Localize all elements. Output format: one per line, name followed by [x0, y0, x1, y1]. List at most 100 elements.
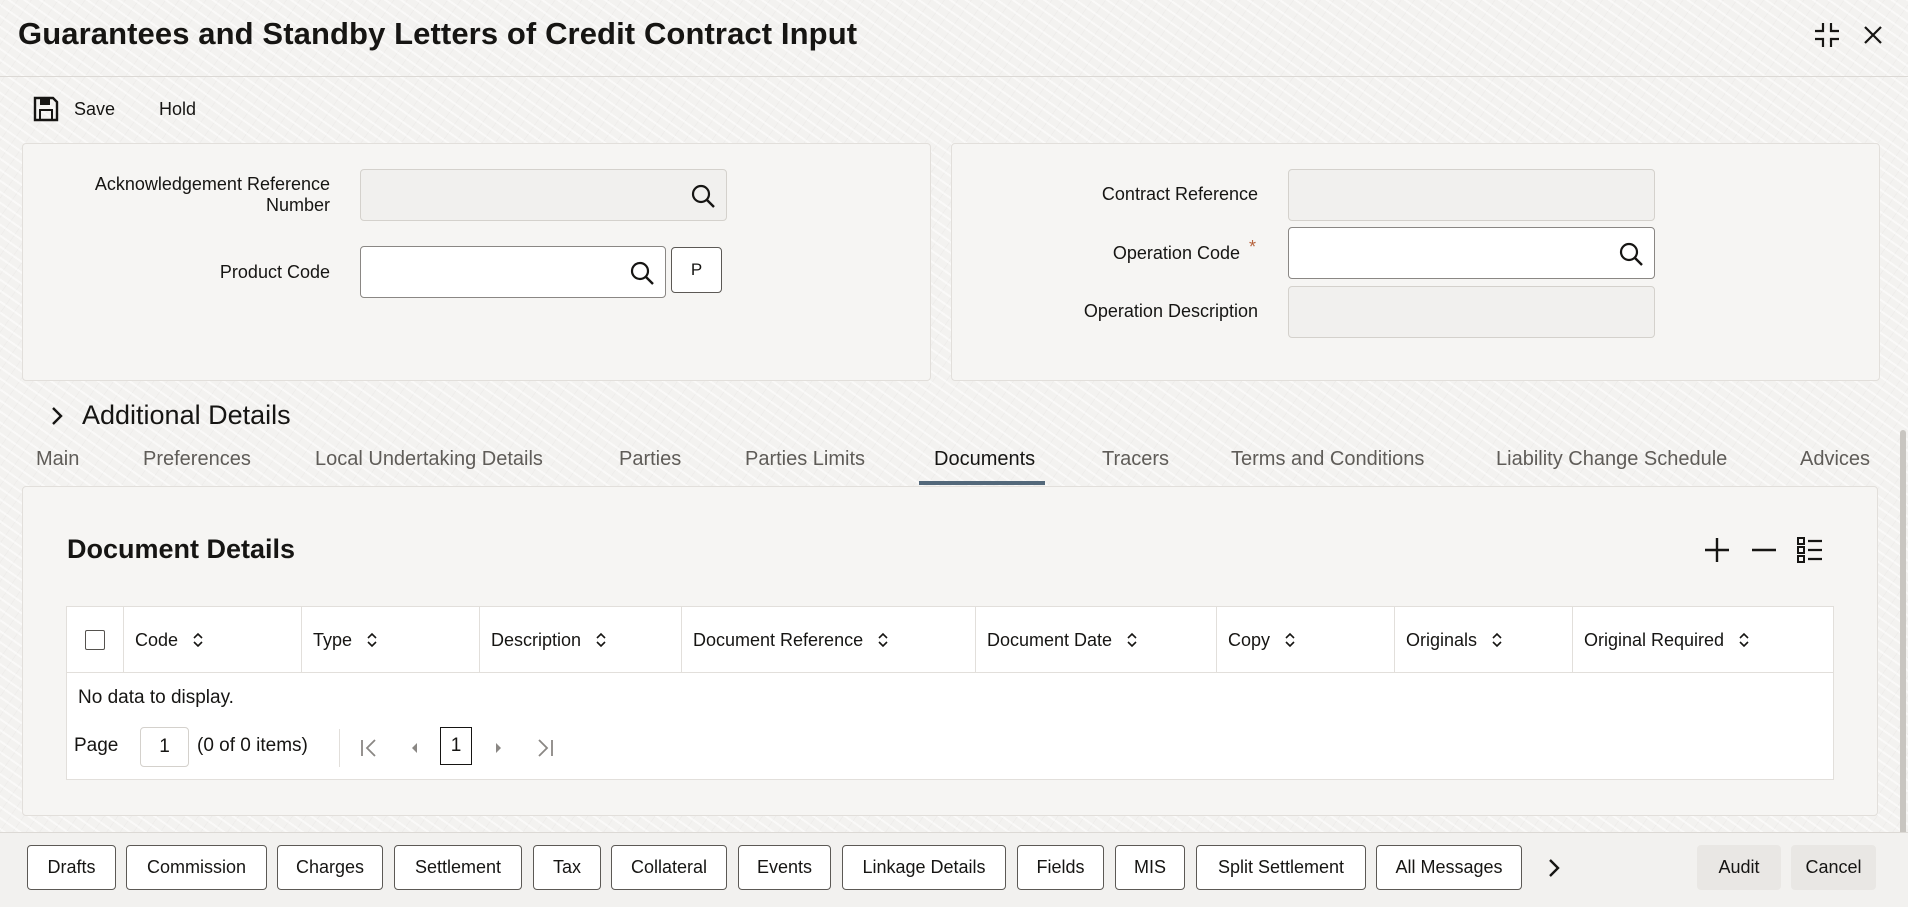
sort-icon — [1127, 632, 1137, 648]
close-icon — [1864, 26, 1882, 44]
vertical-scrollbar[interactable] — [1900, 430, 1906, 840]
contract-ref-input — [1289, 170, 1654, 220]
column-label: Copy — [1228, 629, 1271, 650]
sort-icon — [1285, 632, 1295, 648]
empty-table-message: No data to display. — [78, 687, 234, 708]
collateral-button[interactable]: Collateral — [611, 845, 727, 890]
operation-desc-label: Operation Description — [1083, 301, 1258, 321]
last-page-icon[interactable] — [535, 738, 555, 758]
save-icon — [33, 96, 59, 122]
column-header-description[interactable]: Description — [480, 607, 682, 673]
linkage-details-button[interactable]: Linkage Details — [842, 845, 1006, 890]
column-header-original-required[interactable]: Original Required — [1573, 607, 1835, 673]
commission-button[interactable]: Commission — [126, 845, 267, 890]
column-header-document-reference[interactable]: Document Reference — [682, 607, 976, 673]
sort-icon — [878, 632, 888, 648]
tab-parties-limits[interactable]: Parties Limits — [745, 448, 865, 471]
fields-button[interactable]: Fields — [1017, 845, 1104, 890]
page-label: Page — [74, 735, 119, 756]
save-button[interactable]: Save — [32, 94, 115, 124]
sort-icon — [1739, 632, 1749, 648]
product-code-input[interactable] — [361, 247, 665, 297]
product-code-label: Product Code — [219, 262, 330, 282]
required-marker: * — [1249, 237, 1257, 257]
active-tab-indicator — [919, 481, 1045, 485]
first-page-icon[interactable] — [359, 738, 379, 758]
hold-button[interactable]: Hold — [159, 94, 196, 124]
settlement-button[interactable]: Settlement — [394, 845, 522, 890]
column-label: Originals — [1406, 629, 1478, 650]
documents-table: Code Type Description Document Reference… — [66, 606, 1834, 780]
ack-ref-label: Acknowledgement Reference Number — [94, 174, 330, 215]
add-row-icon[interactable] — [1700, 533, 1734, 567]
column-header-type[interactable]: Type — [302, 607, 480, 673]
select-all-cell — [67, 607, 124, 673]
audit-button[interactable]: Audit — [1697, 845, 1781, 890]
additional-details-toggle[interactable]: Additional Details — [50, 400, 291, 431]
table-pager: Page 1 (0 of 0 items) 1 — [67, 727, 1833, 769]
document-details-title: Document Details — [67, 534, 296, 564]
ack-ref-field[interactable] — [360, 169, 727, 221]
table-header: Code Type Description Document Reference… — [67, 607, 1833, 673]
operation-desc-input — [1289, 287, 1654, 337]
operation-code-field[interactable] — [1288, 227, 1655, 279]
column-header-code[interactable]: Code — [124, 607, 302, 673]
cancel-button[interactable]: Cancel — [1791, 845, 1876, 890]
chevron-right-icon — [52, 406, 63, 425]
operation-code-input[interactable] — [1289, 228, 1654, 278]
sort-icon — [367, 632, 377, 648]
split-settlement-button[interactable]: Split Settlement — [1196, 845, 1366, 890]
collapse-icon — [1815, 23, 1839, 47]
delete-row-icon[interactable] — [1747, 533, 1781, 567]
sort-icon — [596, 632, 606, 648]
column-label: Document Reference — [693, 629, 864, 650]
pager-separator — [339, 729, 340, 767]
column-label: Type — [313, 629, 353, 650]
next-page-icon[interactable] — [492, 738, 506, 758]
close-window-button[interactable] — [1856, 18, 1890, 52]
product-p-button[interactable]: P — [671, 247, 722, 293]
tab-documents[interactable]: Documents — [934, 448, 1035, 471]
events-button[interactable]: Events — [738, 845, 831, 890]
tab-liability-change-schedule[interactable]: Liability Change Schedule — [1496, 448, 1727, 471]
more-buttons-chevron-icon[interactable] — [1546, 857, 1562, 879]
items-count: (0 of 0 items) — [197, 735, 308, 756]
search-icon[interactable] — [690, 183, 716, 209]
tab-tracers[interactable]: Tracers — [1102, 448, 1169, 471]
operation-code-label: Operation Code — [1112, 243, 1240, 263]
column-header-document-date[interactable]: Document Date — [976, 607, 1217, 673]
hold-label: Hold — [159, 98, 197, 119]
column-header-copy[interactable]: Copy — [1217, 607, 1395, 673]
column-header-originals[interactable]: Originals — [1395, 607, 1573, 673]
tab-bar: Main Preferences Local Undertaking Detai… — [0, 440, 1908, 486]
tab-advices[interactable]: Advices — [1800, 448, 1870, 471]
single-record-view-icon[interactable] — [1793, 533, 1827, 567]
column-label: Code — [135, 629, 179, 650]
title-divider — [0, 76, 1908, 77]
drafts-button[interactable]: Drafts — [27, 845, 116, 890]
column-label: Document Date — [987, 629, 1113, 650]
minimize-window-button[interactable] — [1810, 18, 1844, 52]
tab-main[interactable]: Main — [36, 448, 79, 471]
charges-button[interactable]: Charges — [277, 845, 383, 890]
window-title: Guarantees and Standby Letters of Credit… — [18, 16, 858, 51]
save-label: Save — [74, 98, 116, 119]
column-label: Original Required — [1584, 629, 1725, 650]
ack-ref-input[interactable] — [361, 170, 726, 220]
search-icon[interactable] — [629, 260, 655, 286]
tax-button[interactable]: Tax — [533, 845, 601, 890]
column-label: Description — [491, 629, 582, 650]
additional-details-label: Additional Details — [82, 400, 291, 430]
tab-local-undertaking-details[interactable]: Local Undertaking Details — [315, 448, 543, 471]
product-code-field[interactable] — [360, 246, 666, 298]
previous-page-icon[interactable] — [407, 738, 421, 758]
current-page-button[interactable]: 1 — [440, 727, 472, 765]
tab-preferences[interactable]: Preferences — [143, 448, 251, 471]
tab-parties[interactable]: Parties — [619, 448, 681, 471]
mis-button[interactable]: MIS — [1115, 845, 1185, 890]
search-icon[interactable] — [1618, 241, 1644, 267]
page-number-input[interactable]: 1 — [140, 727, 189, 767]
all-messages-button[interactable]: All Messages — [1376, 845, 1522, 890]
select-all-checkbox[interactable] — [85, 630, 105, 650]
tab-terms-and-conditions[interactable]: Terms and Conditions — [1231, 448, 1424, 471]
